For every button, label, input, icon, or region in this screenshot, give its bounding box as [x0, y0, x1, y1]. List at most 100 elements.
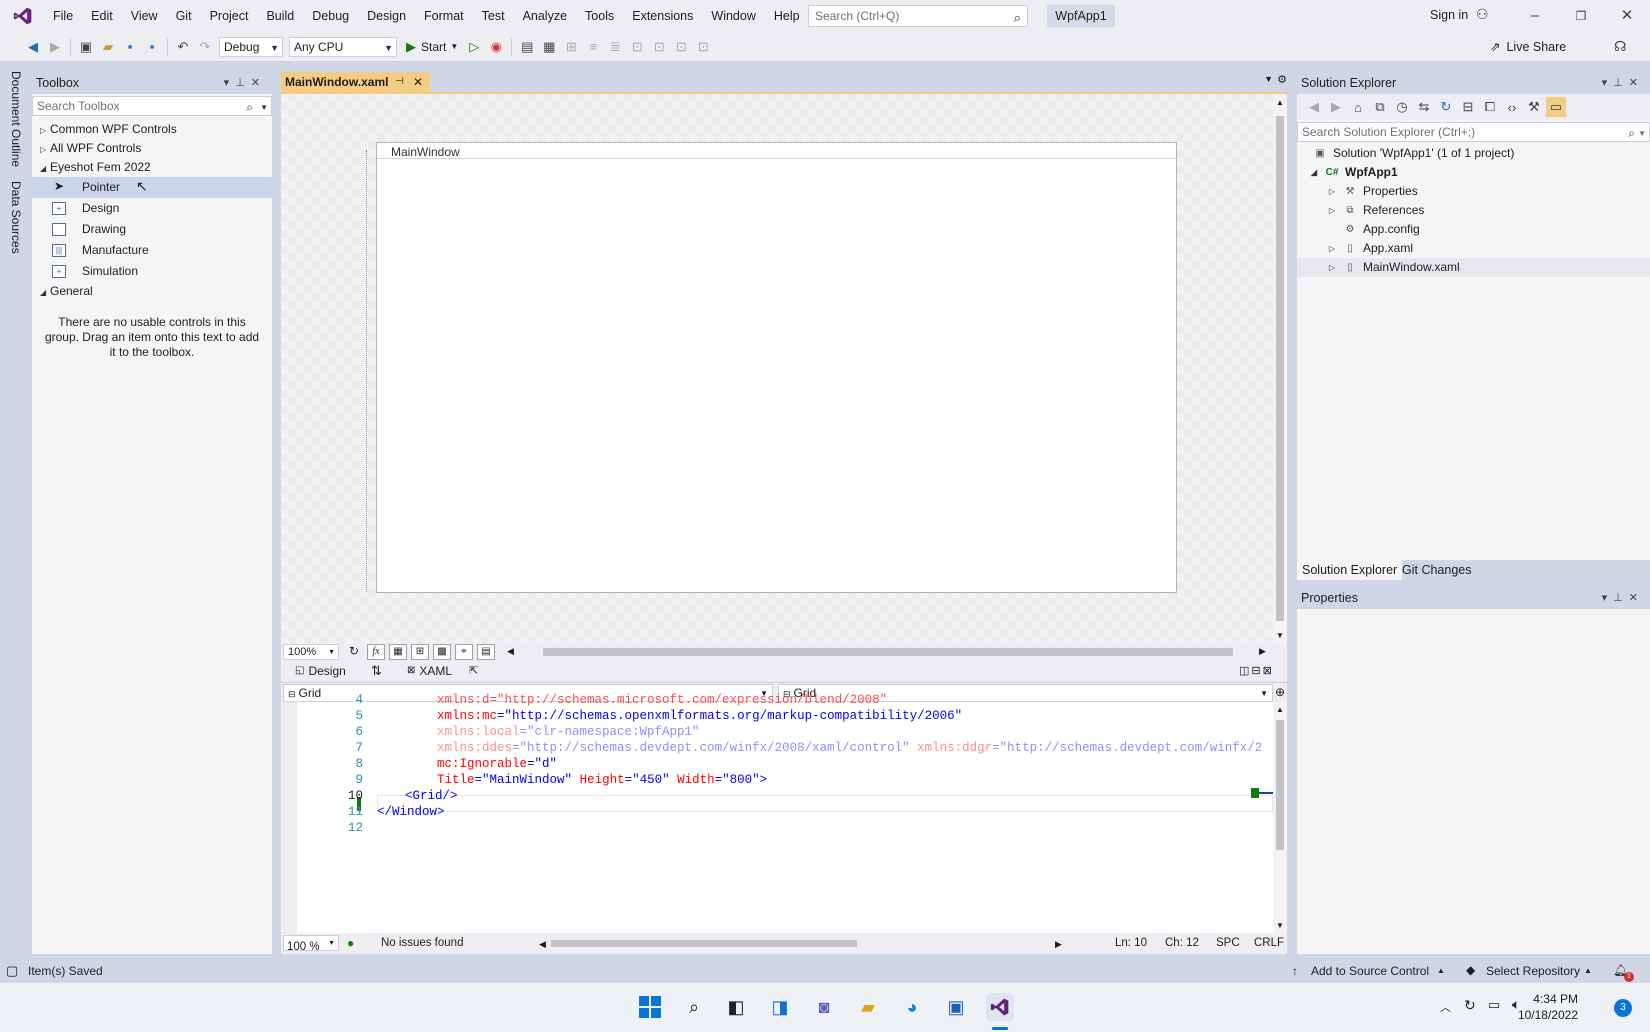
tab-dropdown-icon[interactable]: ▼ — [1264, 74, 1273, 84]
grid-toggle-icon[interactable]: ▦ — [389, 644, 407, 660]
back-icon[interactable]: ◀ — [1304, 97, 1324, 117]
chat-icon[interactable]: ◙ — [810, 993, 838, 1021]
restore-button[interactable]: ❐ — [1558, 0, 1604, 32]
widgets-icon[interactable]: ◨ — [766, 993, 794, 1021]
tab-mainwindow-xaml[interactable]: MainWindow.xaml ⊣ ✕ — [281, 72, 430, 92]
account-icon[interactable]: ⚇ — [1476, 6, 1489, 23]
tree-solution-node[interactable]: ▣Solution 'WpfApp1' (1 of 1 project) — [1297, 144, 1650, 163]
menu-tools[interactable]: Tools — [576, 0, 623, 32]
toolbox-group-common-wpf[interactable]: ▷Common WPF Controls — [32, 120, 272, 139]
tree-item-mainwindow-xaml[interactable]: ▷▯MainWindow.xaml — [1297, 258, 1650, 277]
pane-controls[interactable]: ▾⊥✕ — [1602, 72, 1644, 94]
toolbox-item-design[interactable]: +Design — [32, 198, 272, 219]
designer-zoom-select[interactable]: 100%▼ — [283, 644, 339, 660]
document-outline-tab[interactable]: Document Outline — [9, 71, 23, 167]
menu-debug[interactable]: Debug — [303, 0, 358, 32]
menu-window[interactable]: Window — [702, 0, 764, 32]
scroll-thumb[interactable] — [1276, 720, 1284, 850]
forward-icon[interactable]: ▶ — [1326, 97, 1346, 117]
tree-project-node[interactable]: ◢C#WpfApp1 — [1297, 163, 1650, 182]
next-bookmark-icon[interactable]: ⊡ — [671, 37, 691, 57]
toolbox-search-input[interactable]: Search Toolbox ⌕ ▼ — [32, 96, 272, 116]
save-all-icon[interactable]: ▪ — [142, 37, 162, 57]
menu-edit[interactable]: Edit — [82, 0, 122, 32]
feedback-icon[interactable]: ☊ — [1614, 38, 1626, 55]
tree-item-properties[interactable]: ▷⚒Properties — [1297, 182, 1650, 201]
editor-zoom-select[interactable]: 100 %▼ — [283, 935, 339, 951]
pending-changes-icon[interactable]: ◷ — [1392, 97, 1412, 117]
sync-tray-icon[interactable]: ↻ — [1464, 997, 1476, 1014]
split-editor-icon[interactable]: ⊕ — [1275, 685, 1285, 699]
properties-wrench-icon[interactable]: ⚒ — [1524, 97, 1544, 117]
bookmark-icon[interactable]: ⊡ — [627, 37, 647, 57]
layout-icon[interactable]: ▦ — [539, 37, 559, 57]
uncomment-icon[interactable]: ≣ — [605, 37, 625, 57]
tree-item-app-config[interactable]: ⚙App.config — [1297, 220, 1650, 239]
designer-vertical-scrollbar[interactable]: ▲ ▼ — [1273, 94, 1287, 644]
pane-controls[interactable]: ▾⊥✕ — [224, 72, 266, 94]
scroll-right-icon[interactable]: ▶ — [1259, 646, 1266, 657]
scroll-down-icon[interactable]: ▼ — [1276, 921, 1284, 930]
menu-design[interactable]: Design — [358, 0, 415, 32]
close-icon[interactable]: ✕ — [413, 72, 423, 92]
select-repository[interactable]: Select Repository — [1486, 964, 1580, 978]
column-indicator[interactable]: Ch: 12 — [1165, 937, 1199, 949]
settings-gear-icon[interactable]: ⚙ — [1277, 73, 1287, 86]
visual-studio-logo-icon[interactable] — [12, 6, 34, 26]
search-icon[interactable]: ⌕ — [680, 993, 708, 1021]
toolbox-group-general[interactable]: ◢General — [32, 282, 272, 301]
swap-panes-icon[interactable]: ⇅ — [371, 660, 382, 682]
line-ending-indicator[interactable]: CRLF — [1254, 937, 1284, 949]
file-explorer-icon[interactable]: ▰ — [854, 993, 882, 1021]
menu-test[interactable]: Test — [473, 0, 514, 32]
toolbox-group-all-wpf[interactable]: ▷All WPF Controls — [32, 139, 272, 158]
split-layout-icons[interactable]: ◫⊟⊠ — [1239, 660, 1274, 682]
notification-center-badge[interactable]: 3 — [1614, 999, 1632, 1017]
toolbox-item-drawing[interactable]: Drawing — [32, 219, 272, 240]
preview-selected-icon[interactable]: ▭ — [1546, 97, 1566, 117]
save-icon[interactable]: ▪ — [120, 37, 140, 57]
tree-item-references[interactable]: ▷⧉References — [1297, 201, 1650, 220]
menu-format[interactable]: Format — [415, 0, 473, 32]
project-code-icon[interactable]: ▤ — [477, 644, 495, 660]
visual-studio-taskbar-icon[interactable] — [986, 993, 1014, 1021]
designer-horizontal-scroll-thumb[interactable] — [543, 648, 1233, 656]
show-hidden-icons-icon[interactable]: ︿ — [1440, 999, 1451, 1015]
store-icon[interactable]: ▣ — [942, 993, 970, 1021]
back-icon[interactable]: ◀ — [23, 37, 43, 57]
scroll-down-icon[interactable]: ▼ — [1276, 631, 1284, 640]
scroll-up-icon[interactable]: ▲ — [1276, 98, 1284, 107]
home-icon[interactable]: ⌂ — [1348, 97, 1368, 117]
menu-view[interactable]: View — [122, 0, 167, 32]
toolbox-item-manufacture[interactable]: |||Manufacture — [32, 240, 272, 261]
xaml-view-tab[interactable]: ⊠XAML — [407, 660, 452, 682]
collapse-all-icon[interactable]: ⊟ — [1458, 97, 1478, 117]
task-view-icon[interactable]: ◧ — [722, 993, 750, 1021]
undo-icon[interactable]: ↶ — [173, 37, 193, 57]
toolbox-item-pointer[interactable]: ➤Pointer — [32, 177, 272, 198]
popout-xaml-icon[interactable]: ⇱ — [469, 660, 478, 682]
start-without-debugging-icon[interactable]: ▷ — [464, 37, 484, 57]
tab-solution-explorer[interactable]: Solution Explorer — [1297, 560, 1402, 580]
tree-item-app-xaml[interactable]: ▷▯App.xaml — [1297, 239, 1650, 258]
refresh-icon[interactable]: ↻ — [349, 644, 359, 658]
menu-extensions[interactable]: Extensions — [623, 0, 702, 32]
open-folder-icon[interactable]: ▰ — [98, 37, 118, 57]
switch-views-icon[interactable]: ⧉ — [1370, 97, 1390, 117]
start-button[interactable]: ▶Start▼ — [406, 39, 458, 55]
network-icon[interactable]: ▭ — [1488, 997, 1500, 1013]
close-window-button[interactable]: ✕ — [1604, 0, 1650, 32]
live-share-button[interactable]: ⇗Live Share — [1490, 39, 1566, 54]
show-all-files-icon[interactable]: ⧠ — [1480, 97, 1500, 117]
sync-icon[interactable]: ⇆ — [1414, 97, 1434, 117]
menu-git[interactable]: Git — [167, 0, 201, 32]
effects-toggle[interactable]: fx — [367, 644, 385, 660]
pane-controls[interactable]: ▾⊥✕ — [1602, 587, 1644, 609]
edge-browser-icon[interactable]: ◕ — [898, 993, 926, 1021]
scroll-right-icon[interactable]: ▶ — [1055, 939, 1062, 950]
wpf-window-preview[interactable]: MainWindow — [376, 142, 1177, 593]
new-project-icon[interactable]: ▣ — [76, 37, 96, 57]
clear-bookmarks-icon[interactable]: ⊡ — [693, 37, 713, 57]
issues-status[interactable]: No issues found — [381, 937, 463, 949]
taskbar-clock[interactable]: 4:34 PM 10/18/2022 — [1518, 991, 1578, 1023]
